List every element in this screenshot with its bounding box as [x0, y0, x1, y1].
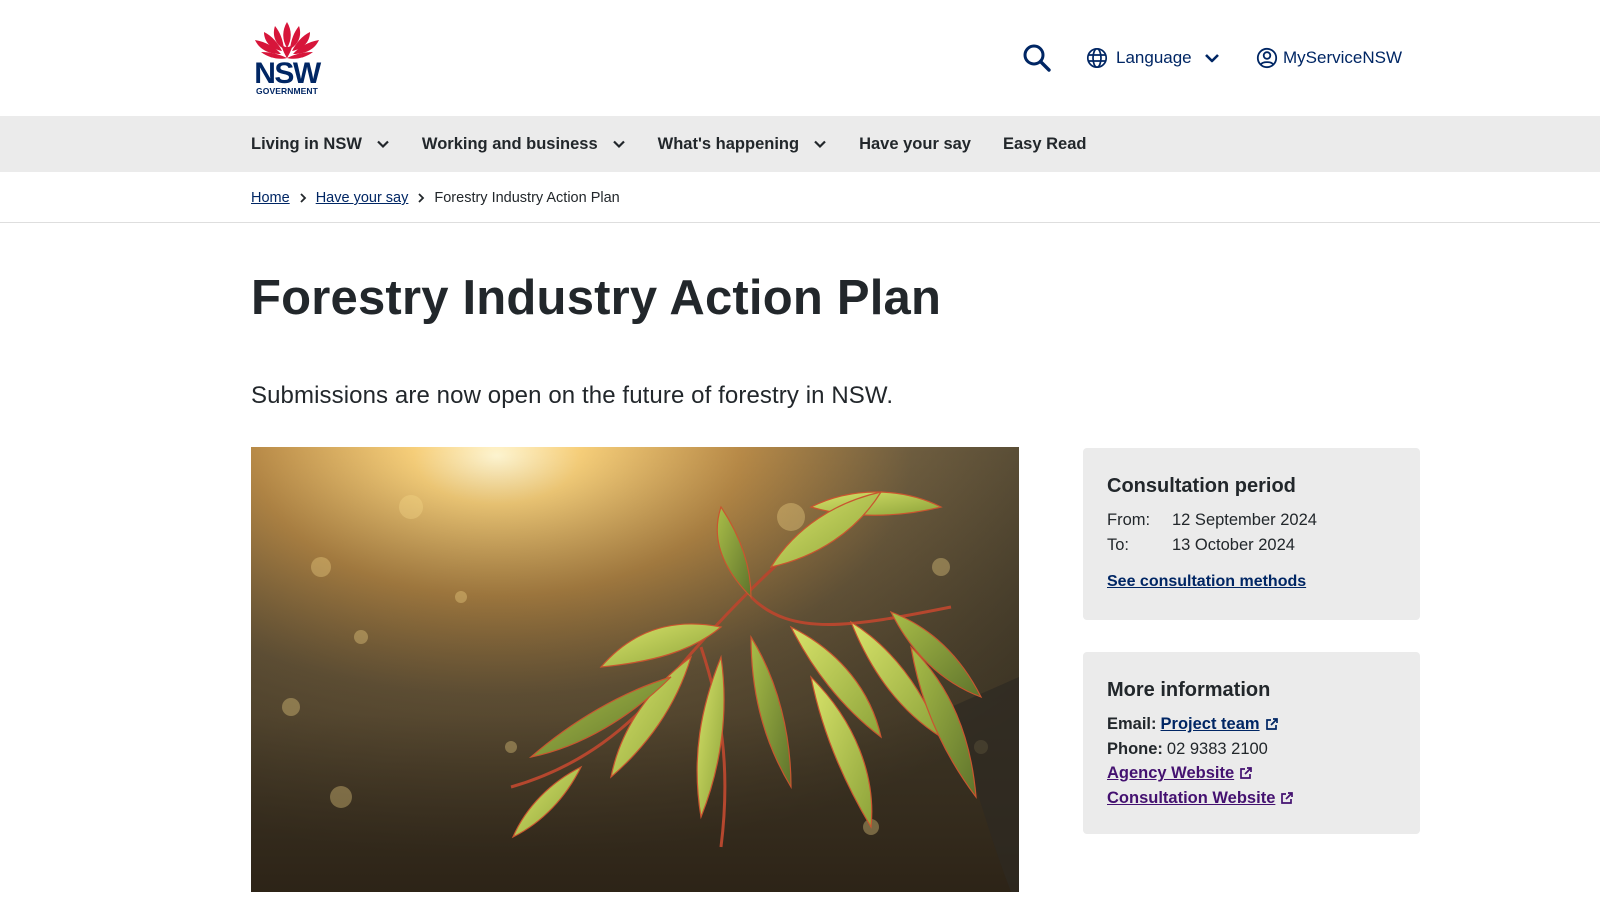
nav-item-label: Living in NSW	[251, 134, 362, 153]
breadcrumb-divider	[0, 222, 1600, 223]
phone-row: Phone: 02 9383 2100	[1107, 737, 1396, 762]
see-consultation-methods-link[interactable]: See consultation methods	[1107, 573, 1306, 591]
logo-subtitle: GOVERNMENT	[256, 86, 318, 96]
consultation-from-row: From: 12 September 2024	[1107, 508, 1396, 533]
email-label: Email:	[1107, 715, 1157, 733]
breadcrumb-have-your-say-link[interactable]: Have your say	[316, 190, 409, 206]
project-team-email-link[interactable]: Project team	[1161, 712, 1260, 737]
nsw-government-logo[interactable]: NSW GOVERNMENT	[251, 18, 323, 98]
chevron-down-icon	[814, 140, 826, 149]
consultation-period-card: Consultation period From: 12 September 2…	[1083, 448, 1420, 620]
external-link-icon	[1240, 767, 1253, 780]
consultation-website-link[interactable]: Consultation Website	[1107, 786, 1275, 811]
agency-website-row: Agency Website	[1107, 761, 1396, 786]
nav-item-label: Have your say	[859, 134, 971, 153]
to-label: To:	[1107, 535, 1130, 554]
nav-item-label: Easy Read	[1002, 134, 1087, 153]
chevron-down-icon	[612, 140, 625, 149]
nav-item-label: Working and business	[421, 134, 598, 153]
main-navigation: Living in NSW Working and business What'…	[0, 116, 1600, 172]
search-icon	[1023, 44, 1051, 72]
nav-item-label: What's happening	[657, 134, 800, 153]
nav-have-your-say[interactable]: Have your say	[859, 135, 971, 154]
from-date: 12 September 2024	[1172, 511, 1317, 529]
chevron-right-icon	[300, 193, 306, 203]
language-selector[interactable]: Language	[1086, 38, 1220, 78]
user-account-icon	[1256, 47, 1278, 69]
nav-working-and-business[interactable]: Working and business	[422, 135, 626, 154]
external-link-icon	[1265, 718, 1278, 731]
chevron-right-icon	[418, 193, 425, 203]
page-intro: Submissions are now open on the future o…	[251, 382, 894, 409]
to-date: 13 October 2024	[1172, 535, 1295, 554]
email-row: Email: Project team	[1107, 712, 1396, 737]
chevron-down-icon	[1204, 54, 1219, 63]
breadcrumb-home-link[interactable]: Home	[251, 190, 290, 206]
myservicensw-label: MyServiceNSW	[1283, 48, 1403, 67]
nav-whats-happening[interactable]: What's happening	[658, 135, 827, 154]
more-information-card: More information Email: Project team Pho…	[1083, 652, 1420, 834]
phone-number: 02 9383 2100	[1166, 739, 1268, 758]
search-button[interactable]	[1022, 38, 1052, 78]
chevron-down-icon	[377, 140, 389, 149]
myservicensw-link[interactable]: MyServiceNSW	[1256, 38, 1410, 78]
more-information-heading: More information	[1107, 679, 1271, 701]
from-label: From:	[1107, 511, 1151, 529]
nav-living-in-nsw[interactable]: Living in NSW	[251, 135, 390, 154]
consultation-website-row: Consultation Website	[1107, 786, 1396, 811]
page-title: Forestry Industry Action Plan	[251, 271, 942, 325]
site-header: NSW GOVERNMENT Language MyServiceNSW	[0, 0, 1600, 116]
nav-easy-read[interactable]: Easy Read	[1003, 135, 1086, 154]
logo-wordmark: NSW	[254, 57, 321, 90]
breadcrumb: Home Have your say Forestry Industry Act…	[251, 186, 620, 210]
breadcrumb-current: Forestry Industry Action Plan	[434, 190, 620, 206]
consultation-to-row: To: 13 October 2024	[1107, 533, 1396, 558]
globe-icon	[1086, 47, 1108, 69]
hero-image-eucalyptus-leaves	[251, 447, 1019, 892]
language-label: Language	[1116, 48, 1192, 67]
consultation-period-heading: Consultation period	[1107, 475, 1296, 497]
agency-website-link[interactable]: Agency Website	[1107, 761, 1234, 786]
phone-label: Phone:	[1107, 739, 1163, 758]
external-link-icon	[1281, 791, 1294, 804]
